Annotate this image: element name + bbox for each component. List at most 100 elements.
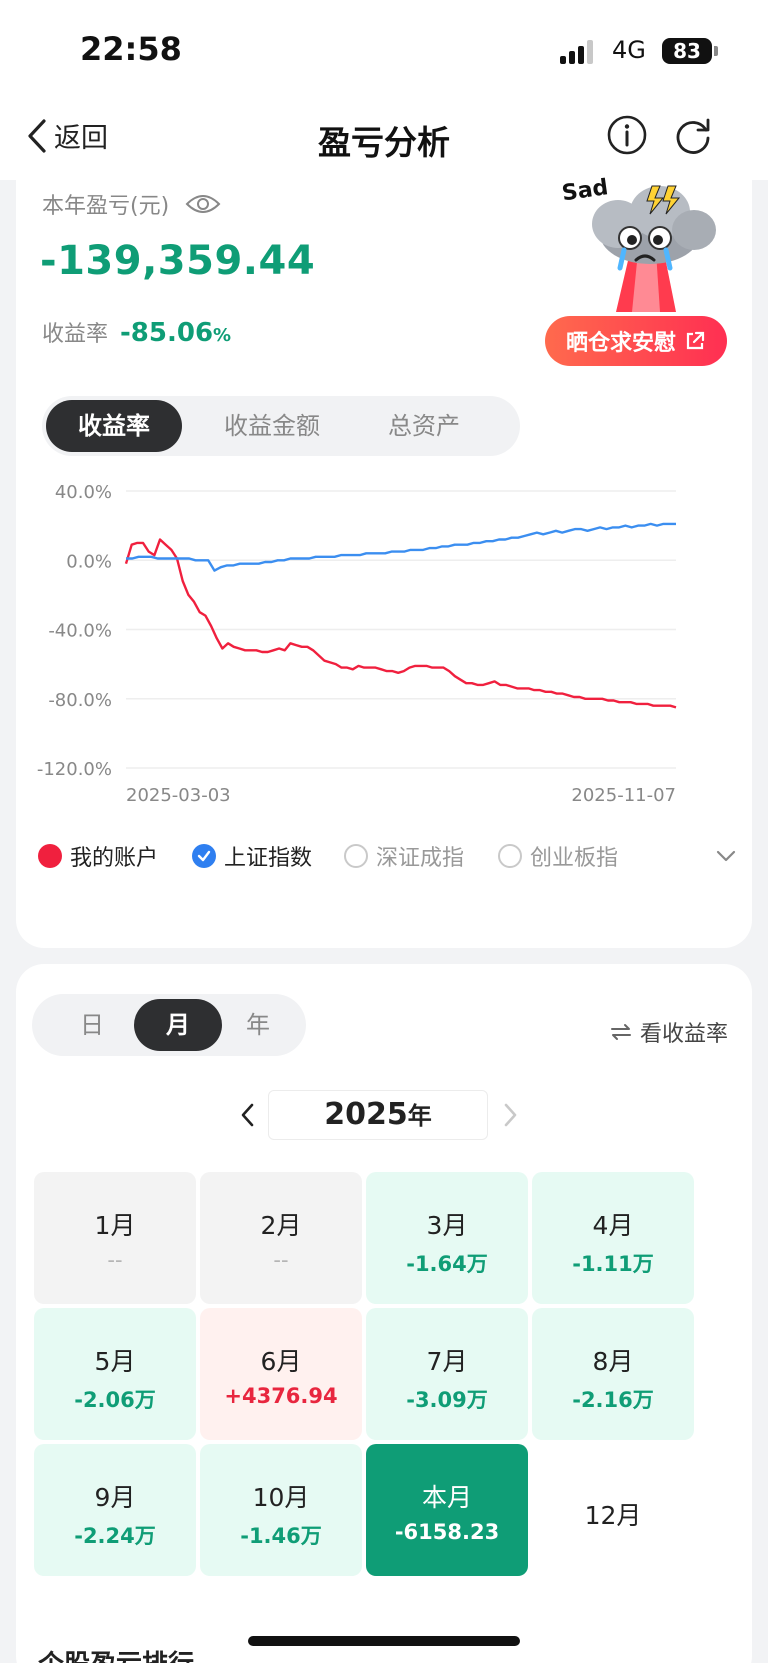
- share-position-button[interactable]: 晒仓求安慰: [545, 316, 727, 366]
- x-tick-label: 2025-11-07: [571, 785, 676, 806]
- y-tick-label: -40.0%: [48, 621, 112, 642]
- profit-value: -139,359.44: [40, 238, 316, 284]
- year-selector: 2025年: [16, 1090, 752, 1140]
- month-name: 8月: [592, 1347, 634, 1376]
- profit-label: 本年盈亏(元): [42, 194, 170, 219]
- month-value: -6158.23: [394, 1520, 500, 1544]
- month-cell[interactable]: 3月 -1.64万: [366, 1172, 528, 1304]
- legend-label: 创业板指: [530, 846, 619, 871]
- tab-return-amount[interactable]: 收益金额: [198, 400, 346, 452]
- rate-unit: %: [213, 325, 232, 346]
- month-value: +4376.94: [224, 1384, 338, 1408]
- month-cell[interactable]: 10月 -1.46万: [200, 1444, 362, 1576]
- profit-summary-card: 本年盈亏(元) -139,359.44 收益率 -85.06 % Sad 晒仓求…: [16, 170, 752, 948]
- refresh-icon: [676, 118, 710, 154]
- legend-dot-red: [38, 844, 62, 868]
- status-time: 22:58: [80, 30, 182, 68]
- y-tick-label: 0.0%: [66, 551, 112, 572]
- legend-szse-component[interactable]: 深证成指: [344, 836, 464, 876]
- month-cell[interactable]: 5月 -2.06万: [34, 1308, 196, 1440]
- battery-tip: [714, 46, 718, 56]
- view-return-rate-toggle[interactable]: 看收益率: [610, 1016, 728, 1048]
- month-name: 6月: [260, 1347, 302, 1376]
- return-rate-chart[interactable]: 40.0% 0.0% -40.0% -80.0% -120.0% 2025-03-03 20…: [16, 470, 752, 830]
- month-name: 5月: [94, 1347, 136, 1376]
- month-value: -1.11万: [572, 1252, 654, 1276]
- check-icon: [192, 844, 216, 868]
- status-bar: 22:58 4G 83: [0, 0, 768, 100]
- chart-legend: 我的账户 上证指数 深证成指 创业板指: [38, 836, 748, 876]
- eye-icon[interactable]: [185, 192, 221, 216]
- share-label: 晒仓求安慰: [565, 331, 676, 356]
- month-value: --: [273, 1248, 289, 1272]
- month-cell[interactable]: 1月 --: [34, 1172, 196, 1304]
- info-button[interactable]: [606, 114, 648, 160]
- month-cell[interactable]: 4月 -1.11万: [532, 1172, 694, 1304]
- series-line: [124, 538, 677, 709]
- stock-ranking-title: 个股盈亏排行: [38, 1644, 194, 1663]
- legend-sse-index[interactable]: 上证指数: [192, 836, 312, 876]
- month-cell[interactable]: 7月 -3.09万: [366, 1308, 528, 1440]
- external-link-icon: [686, 331, 705, 350]
- month-name: 本月: [421, 1483, 472, 1512]
- signal-icon: [560, 40, 596, 64]
- nav-bar: 返回 盈亏分析: [0, 100, 768, 180]
- month-cell[interactable]: 9月 -2.24万: [34, 1444, 196, 1576]
- year-number: 2025: [324, 1097, 408, 1132]
- profit-label-row: 本年盈亏(元): [42, 188, 221, 220]
- month-name: 12月: [584, 1501, 642, 1530]
- month-name: 1月: [94, 1211, 136, 1240]
- legend-label: 上证指数: [224, 846, 313, 871]
- month-cell[interactable]: 8月 -2.16万: [532, 1308, 694, 1440]
- month-value: -3.09万: [406, 1388, 488, 1412]
- month-name: 10月: [252, 1483, 310, 1512]
- chart-metric-tabs: 收益率 收益金额 总资产: [42, 396, 520, 456]
- tab-year[interactable]: 年: [214, 999, 302, 1051]
- month-value: -2.06万: [74, 1388, 156, 1412]
- series-line: [126, 522, 676, 572]
- sad-cloud-mascot-icon: Sad: [560, 175, 716, 312]
- year-display[interactable]: 2025年: [268, 1090, 488, 1140]
- tab-return-rate[interactable]: 收益率: [46, 400, 182, 452]
- month-name: 4月: [592, 1211, 634, 1240]
- legend-my-account[interactable]: 我的账户: [38, 836, 158, 876]
- switch-label: 看收益率: [640, 1022, 729, 1047]
- legend-label: 我的账户: [70, 846, 159, 871]
- legend-chinext[interactable]: 创业板指: [498, 836, 618, 876]
- month-name: 9月: [94, 1483, 136, 1512]
- chevron-down-icon[interactable]: [714, 844, 738, 868]
- chevron-left-icon[interactable]: [240, 1102, 256, 1128]
- unchecked-circle-icon: [344, 844, 368, 868]
- month-cell-current[interactable]: 本月 -6158.23: [366, 1444, 528, 1576]
- month-cell[interactable]: 6月 +4376.94: [200, 1308, 362, 1440]
- x-tick-label: 2025-03-03: [126, 785, 231, 806]
- battery-icon: 83: [662, 38, 712, 64]
- month-value: -1.64万: [406, 1252, 488, 1276]
- refresh-button[interactable]: [672, 114, 714, 160]
- y-tick-label: -80.0%: [48, 690, 112, 711]
- month-name: 7月: [426, 1347, 468, 1376]
- month-value: --: [107, 1248, 123, 1272]
- tab-total-assets[interactable]: 总资产: [350, 400, 498, 452]
- month-name: 3月: [426, 1211, 468, 1240]
- swap-icon: [611, 1024, 631, 1040]
- month-value: -2.24万: [74, 1524, 156, 1548]
- year-unit: 年: [407, 1102, 432, 1130]
- month-name: 2月: [260, 1211, 302, 1240]
- legend-label: 深证成指: [376, 846, 465, 871]
- period-tabs: 日 月 年: [32, 994, 306, 1056]
- tab-day[interactable]: 日: [48, 999, 136, 1051]
- mascot-sad-text: Sad: [560, 175, 609, 206]
- month-cell[interactable]: 12月: [532, 1444, 694, 1576]
- monthly-profit-card: 日 月 年 看收益率 2025年 1月 -- 2月 -- 3月 -1.64万 4月 -1…: [16, 964, 752, 1663]
- chart-svg: 40.0% 0.0% -40.0% -80.0% -120.0% 2025-03-03 20…: [37, 482, 677, 806]
- month-cell[interactable]: 2月 --: [200, 1172, 362, 1304]
- month-value: -2.16万: [572, 1388, 654, 1412]
- home-indicator[interactable]: [248, 1636, 520, 1646]
- rate-row: 收益率 -85.06 %: [42, 316, 231, 348]
- rate-label: 收益率: [42, 322, 109, 347]
- tab-month[interactable]: 月: [134, 999, 222, 1051]
- chevron-right-icon[interactable]: [502, 1102, 518, 1128]
- rate-value: -85.06: [120, 318, 214, 348]
- network-type: 4G: [612, 36, 646, 64]
